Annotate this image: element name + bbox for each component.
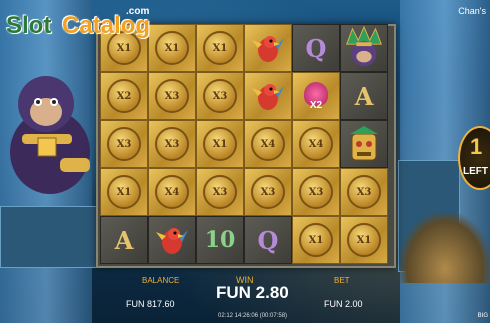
reel-cell: X4 [292, 120, 340, 168]
reel-cell: X1 [196, 120, 244, 168]
spins-left-count: 1 [470, 134, 483, 159]
reel-cell [244, 24, 292, 72]
multiplier-coin: X3 [203, 79, 237, 113]
multiplier-coin: X1 [155, 31, 189, 65]
reel-cell: A [100, 216, 148, 264]
brand-corner-text: BIG [477, 313, 488, 319]
reel-cell: 10 [196, 216, 244, 264]
multiplier-coin: X1 [299, 223, 333, 257]
spins-left-label: LEFT [463, 166, 488, 177]
letter-symbol: 10 [204, 227, 236, 253]
reel-cell [340, 24, 388, 72]
bet-value[interactable]: FUN 2.00 [324, 299, 363, 309]
gorilla-mascot [10, 76, 90, 194]
letter-symbol: Q [257, 225, 279, 255]
multiplier-coin: X1 [347, 223, 381, 257]
balance-value: FUN 817.60 [126, 299, 175, 309]
multiplier-coin: X3 [107, 127, 141, 161]
multiplier-coin: X1 [203, 31, 237, 65]
game-title: Chan's [458, 6, 486, 16]
win-value: FUN 2.80 [216, 283, 289, 302]
gorilla-king-icon [346, 25, 382, 67]
reel-cell: X2 [292, 72, 340, 120]
parrot-icon [156, 228, 188, 254]
reel-cell: X3 [196, 168, 244, 216]
reel-cell: X3 [340, 168, 388, 216]
reel-cell: X3 [196, 72, 244, 120]
multiplier-coin: X3 [299, 175, 333, 209]
reel-cell: X3 [148, 72, 196, 120]
logo-slot-text: Slot [6, 12, 52, 39]
reel-cell: X3 [244, 168, 292, 216]
reel-cell: Q [244, 216, 292, 264]
multiplier-coin: X1 [203, 127, 237, 161]
multiplier-coin: X1 [107, 175, 141, 209]
bet-label: BET [334, 276, 350, 285]
reel-cell: X1 [340, 216, 388, 264]
tiki-mask-icon [350, 126, 378, 161]
multiplier-coin: X4 [299, 127, 333, 161]
reel-cell [148, 216, 196, 264]
reel-cell: X1 [100, 168, 148, 216]
letter-symbol: A [114, 225, 134, 255]
parrot-icon [252, 36, 284, 62]
reel-cell: X3 [148, 120, 196, 168]
reel-cell: X1 [196, 24, 244, 72]
reel-cell: Q [292, 24, 340, 72]
multiplier-coin: X3 [251, 175, 285, 209]
slotcatalog-logo: Slot Catalog .com [6, 4, 156, 42]
reel-cell [244, 72, 292, 120]
reel-cell: X4 [148, 168, 196, 216]
reel-cell: X3 [100, 120, 148, 168]
multiplier-coin: X3 [203, 175, 237, 209]
multiplier-coin: X4 [251, 127, 285, 161]
letter-symbol: Q [305, 33, 327, 63]
reel-cell: X4 [244, 120, 292, 168]
multiplier-coin: X2 [107, 79, 141, 113]
letter-symbol: A [354, 81, 374, 111]
logo-com-text: .com [126, 6, 150, 17]
reel-cell: X2 [100, 72, 148, 120]
multiplier-coin: X4 [155, 175, 189, 209]
reel-cell: X3 [292, 168, 340, 216]
skull-multiplier: X2 [309, 99, 323, 111]
multiplier-coin: X3 [347, 175, 381, 209]
reel-cell: X1 [292, 216, 340, 264]
session-timer: 02:12 14:26:06 (00:07:58) [218, 313, 288, 319]
reel-cell: A [340, 72, 388, 120]
parrot-icon [252, 84, 284, 110]
reel-cell [340, 120, 388, 168]
multiplier-coin: X3 [155, 79, 189, 113]
skull-icon: X2 [296, 76, 336, 116]
balance-label: BALANCE [142, 276, 180, 285]
carved-stone-block [0, 206, 98, 268]
multiplier-coin: X3 [155, 127, 189, 161]
reel-grid: X1 X1 X1 Q X2 X3 X3 X2 A X3 X3 X1 X4 X4 X1 X4 X3 X3 X3 X3 A 1… [100, 24, 390, 264]
